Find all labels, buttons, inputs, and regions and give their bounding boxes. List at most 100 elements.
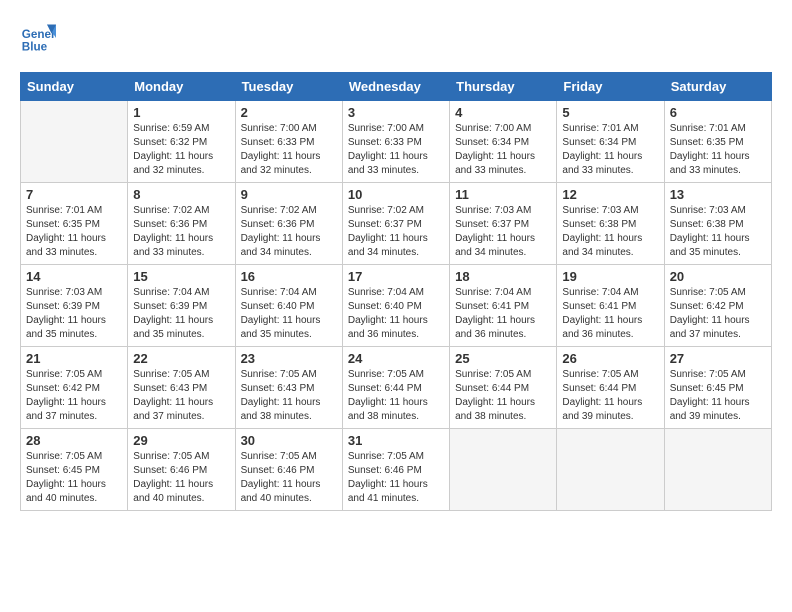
calendar-cell: 16 Sunrise: 7:04 AM Sunset: 6:40 PM Dayl… bbox=[235, 265, 342, 347]
weekday-header: Wednesday bbox=[342, 73, 449, 101]
day-detail: Sunrise: 7:03 AM Sunset: 6:37 PM Dayligh… bbox=[455, 205, 535, 258]
day-number: 27 bbox=[670, 351, 766, 366]
day-detail: Sunrise: 7:03 AM Sunset: 6:38 PM Dayligh… bbox=[562, 205, 642, 258]
day-detail: Sunrise: 7:05 AM Sunset: 6:46 PM Dayligh… bbox=[241, 451, 321, 504]
svg-text:Blue: Blue bbox=[22, 41, 48, 54]
day-detail: Sunrise: 7:04 AM Sunset: 6:39 PM Dayligh… bbox=[133, 287, 213, 340]
calendar-cell: 4 Sunrise: 7:00 AM Sunset: 6:34 PM Dayli… bbox=[450, 101, 557, 183]
day-number: 31 bbox=[348, 433, 444, 448]
calendar-cell bbox=[450, 429, 557, 511]
day-detail: Sunrise: 7:05 AM Sunset: 6:46 PM Dayligh… bbox=[348, 451, 428, 504]
day-number: 28 bbox=[26, 433, 122, 448]
weekday-header: Sunday bbox=[21, 73, 128, 101]
day-detail: Sunrise: 7:02 AM Sunset: 6:37 PM Dayligh… bbox=[348, 205, 428, 258]
day-detail: Sunrise: 7:01 AM Sunset: 6:35 PM Dayligh… bbox=[26, 205, 106, 258]
calendar-cell: 11 Sunrise: 7:03 AM Sunset: 6:37 PM Dayl… bbox=[450, 183, 557, 265]
calendar-cell: 26 Sunrise: 7:05 AM Sunset: 6:44 PM Dayl… bbox=[557, 347, 664, 429]
calendar-cell: 2 Sunrise: 7:00 AM Sunset: 6:33 PM Dayli… bbox=[235, 101, 342, 183]
calendar-cell: 17 Sunrise: 7:04 AM Sunset: 6:40 PM Dayl… bbox=[342, 265, 449, 347]
calendar-cell: 31 Sunrise: 7:05 AM Sunset: 6:46 PM Dayl… bbox=[342, 429, 449, 511]
calendar-cell: 1 Sunrise: 6:59 AM Sunset: 6:32 PM Dayli… bbox=[128, 101, 235, 183]
calendar-cell: 19 Sunrise: 7:04 AM Sunset: 6:41 PM Dayl… bbox=[557, 265, 664, 347]
day-detail: Sunrise: 7:00 AM Sunset: 6:33 PM Dayligh… bbox=[241, 123, 321, 176]
day-detail: Sunrise: 7:00 AM Sunset: 6:34 PM Dayligh… bbox=[455, 123, 535, 176]
day-detail: Sunrise: 7:05 AM Sunset: 6:45 PM Dayligh… bbox=[26, 451, 106, 504]
day-number: 15 bbox=[133, 269, 229, 284]
calendar-cell: 14 Sunrise: 7:03 AM Sunset: 6:39 PM Dayl… bbox=[21, 265, 128, 347]
day-number: 7 bbox=[26, 187, 122, 202]
day-detail: Sunrise: 7:05 AM Sunset: 6:43 PM Dayligh… bbox=[241, 369, 321, 422]
day-number: 14 bbox=[26, 269, 122, 284]
day-detail: Sunrise: 7:05 AM Sunset: 6:42 PM Dayligh… bbox=[670, 287, 750, 340]
day-number: 12 bbox=[562, 187, 658, 202]
day-detail: Sunrise: 7:00 AM Sunset: 6:33 PM Dayligh… bbox=[348, 123, 428, 176]
day-number: 5 bbox=[562, 105, 658, 120]
weekday-header: Saturday bbox=[664, 73, 771, 101]
day-detail: Sunrise: 7:05 AM Sunset: 6:44 PM Dayligh… bbox=[562, 369, 642, 422]
calendar-cell: 27 Sunrise: 7:05 AM Sunset: 6:45 PM Dayl… bbox=[664, 347, 771, 429]
day-detail: Sunrise: 7:02 AM Sunset: 6:36 PM Dayligh… bbox=[241, 205, 321, 258]
calendar-cell: 20 Sunrise: 7:05 AM Sunset: 6:42 PM Dayl… bbox=[664, 265, 771, 347]
calendar-cell bbox=[664, 429, 771, 511]
day-number: 10 bbox=[348, 187, 444, 202]
day-number: 29 bbox=[133, 433, 229, 448]
day-number: 25 bbox=[455, 351, 551, 366]
calendar-cell: 23 Sunrise: 7:05 AM Sunset: 6:43 PM Dayl… bbox=[235, 347, 342, 429]
calendar-cell: 21 Sunrise: 7:05 AM Sunset: 6:42 PM Dayl… bbox=[21, 347, 128, 429]
day-number: 8 bbox=[133, 187, 229, 202]
day-number: 19 bbox=[562, 269, 658, 284]
day-number: 3 bbox=[348, 105, 444, 120]
weekday-header: Friday bbox=[557, 73, 664, 101]
day-detail: Sunrise: 7:01 AM Sunset: 6:34 PM Dayligh… bbox=[562, 123, 642, 176]
day-number: 30 bbox=[241, 433, 337, 448]
day-number: 4 bbox=[455, 105, 551, 120]
day-detail: Sunrise: 7:04 AM Sunset: 6:41 PM Dayligh… bbox=[562, 287, 642, 340]
calendar-cell: 29 Sunrise: 7:05 AM Sunset: 6:46 PM Dayl… bbox=[128, 429, 235, 511]
day-number: 23 bbox=[241, 351, 337, 366]
day-number: 24 bbox=[348, 351, 444, 366]
calendar-cell: 9 Sunrise: 7:02 AM Sunset: 6:36 PM Dayli… bbox=[235, 183, 342, 265]
day-number: 11 bbox=[455, 187, 551, 202]
day-number: 21 bbox=[26, 351, 122, 366]
day-detail: Sunrise: 7:03 AM Sunset: 6:39 PM Dayligh… bbox=[26, 287, 106, 340]
calendar-cell: 30 Sunrise: 7:05 AM Sunset: 6:46 PM Dayl… bbox=[235, 429, 342, 511]
calendar-cell bbox=[21, 101, 128, 183]
day-detail: Sunrise: 7:04 AM Sunset: 6:40 PM Dayligh… bbox=[348, 287, 428, 340]
day-detail: Sunrise: 7:01 AM Sunset: 6:35 PM Dayligh… bbox=[670, 123, 750, 176]
page-header: General Blue bbox=[20, 20, 772, 56]
calendar-cell: 6 Sunrise: 7:01 AM Sunset: 6:35 PM Dayli… bbox=[664, 101, 771, 183]
day-detail: Sunrise: 7:05 AM Sunset: 6:42 PM Dayligh… bbox=[26, 369, 106, 422]
day-detail: Sunrise: 6:59 AM Sunset: 6:32 PM Dayligh… bbox=[133, 123, 213, 176]
logo: General Blue bbox=[20, 20, 60, 56]
calendar-cell: 13 Sunrise: 7:03 AM Sunset: 6:38 PM Dayl… bbox=[664, 183, 771, 265]
calendar-cell: 18 Sunrise: 7:04 AM Sunset: 6:41 PM Dayl… bbox=[450, 265, 557, 347]
day-detail: Sunrise: 7:04 AM Sunset: 6:40 PM Dayligh… bbox=[241, 287, 321, 340]
calendar-cell: 12 Sunrise: 7:03 AM Sunset: 6:38 PM Dayl… bbox=[557, 183, 664, 265]
calendar-cell: 28 Sunrise: 7:05 AM Sunset: 6:45 PM Dayl… bbox=[21, 429, 128, 511]
day-detail: Sunrise: 7:05 AM Sunset: 6:46 PM Dayligh… bbox=[133, 451, 213, 504]
day-detail: Sunrise: 7:05 AM Sunset: 6:44 PM Dayligh… bbox=[455, 369, 535, 422]
day-number: 2 bbox=[241, 105, 337, 120]
day-detail: Sunrise: 7:03 AM Sunset: 6:38 PM Dayligh… bbox=[670, 205, 750, 258]
calendar-cell: 10 Sunrise: 7:02 AM Sunset: 6:37 PM Dayl… bbox=[342, 183, 449, 265]
day-number: 17 bbox=[348, 269, 444, 284]
calendar-cell: 24 Sunrise: 7:05 AM Sunset: 6:44 PM Dayl… bbox=[342, 347, 449, 429]
calendar-cell: 8 Sunrise: 7:02 AM Sunset: 6:36 PM Dayli… bbox=[128, 183, 235, 265]
calendar-cell: 5 Sunrise: 7:01 AM Sunset: 6:34 PM Dayli… bbox=[557, 101, 664, 183]
day-number: 18 bbox=[455, 269, 551, 284]
day-number: 16 bbox=[241, 269, 337, 284]
day-detail: Sunrise: 7:04 AM Sunset: 6:41 PM Dayligh… bbox=[455, 287, 535, 340]
calendar-cell: 25 Sunrise: 7:05 AM Sunset: 6:44 PM Dayl… bbox=[450, 347, 557, 429]
day-number: 22 bbox=[133, 351, 229, 366]
day-number: 20 bbox=[670, 269, 766, 284]
day-number: 1 bbox=[133, 105, 229, 120]
day-detail: Sunrise: 7:05 AM Sunset: 6:44 PM Dayligh… bbox=[348, 369, 428, 422]
calendar-cell: 7 Sunrise: 7:01 AM Sunset: 6:35 PM Dayli… bbox=[21, 183, 128, 265]
day-number: 9 bbox=[241, 187, 337, 202]
calendar-cell: 15 Sunrise: 7:04 AM Sunset: 6:39 PM Dayl… bbox=[128, 265, 235, 347]
weekday-header: Tuesday bbox=[235, 73, 342, 101]
day-number: 26 bbox=[562, 351, 658, 366]
calendar-cell: 22 Sunrise: 7:05 AM Sunset: 6:43 PM Dayl… bbox=[128, 347, 235, 429]
weekday-header: Monday bbox=[128, 73, 235, 101]
day-detail: Sunrise: 7:05 AM Sunset: 6:45 PM Dayligh… bbox=[670, 369, 750, 422]
